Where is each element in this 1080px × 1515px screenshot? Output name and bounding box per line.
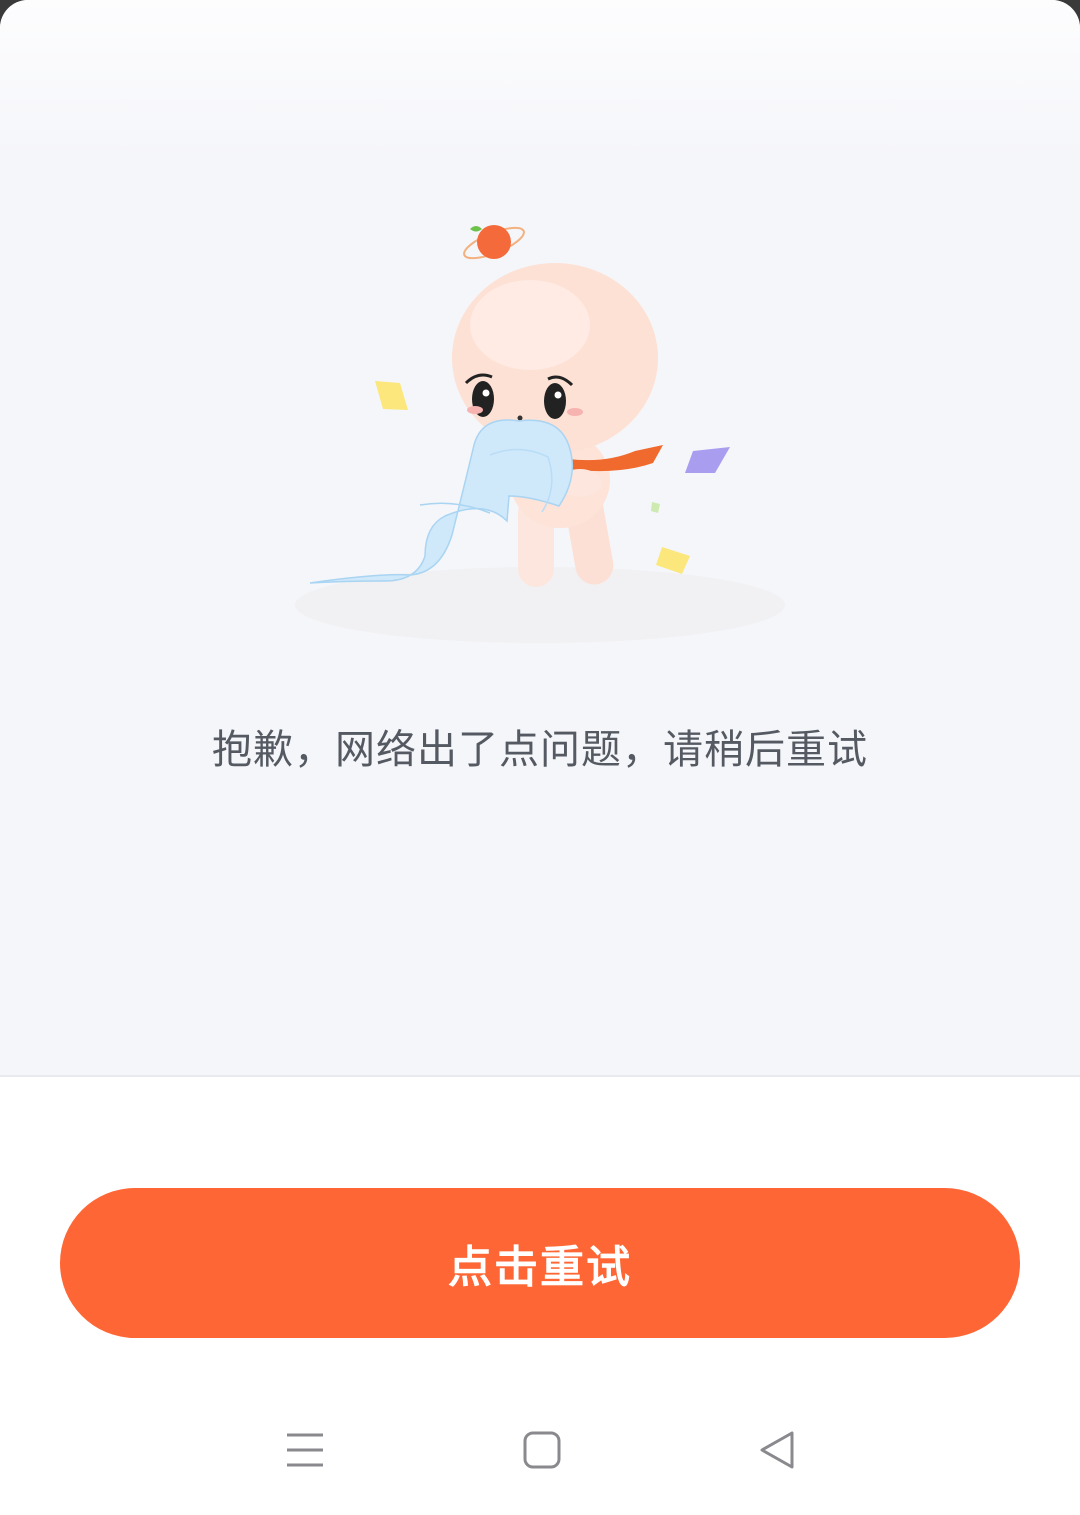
retry-button-label: 点击重试 [448, 1242, 632, 1293]
error-message: 抱歉，网络出了点问题，请稍后重试 [212, 727, 868, 773]
system-navigation-bar [0, 1390, 1080, 1515]
retry-button[interactable]: 点击重试 [60, 1188, 1020, 1338]
menu-icon[interactable] [265, 1410, 345, 1490]
home-square-icon[interactable] [502, 1410, 582, 1490]
error-content-area: 抱歉，网络出了点问题，请稍后重试 [0, 0, 1080, 1077]
back-triangle-icon[interactable] [738, 1410, 818, 1490]
bottom-sheet: 抱歉，网络出了点问题，请稍后重试 点击重试 [0, 0, 1080, 1515]
sad-character-illustration [295, 225, 785, 643]
